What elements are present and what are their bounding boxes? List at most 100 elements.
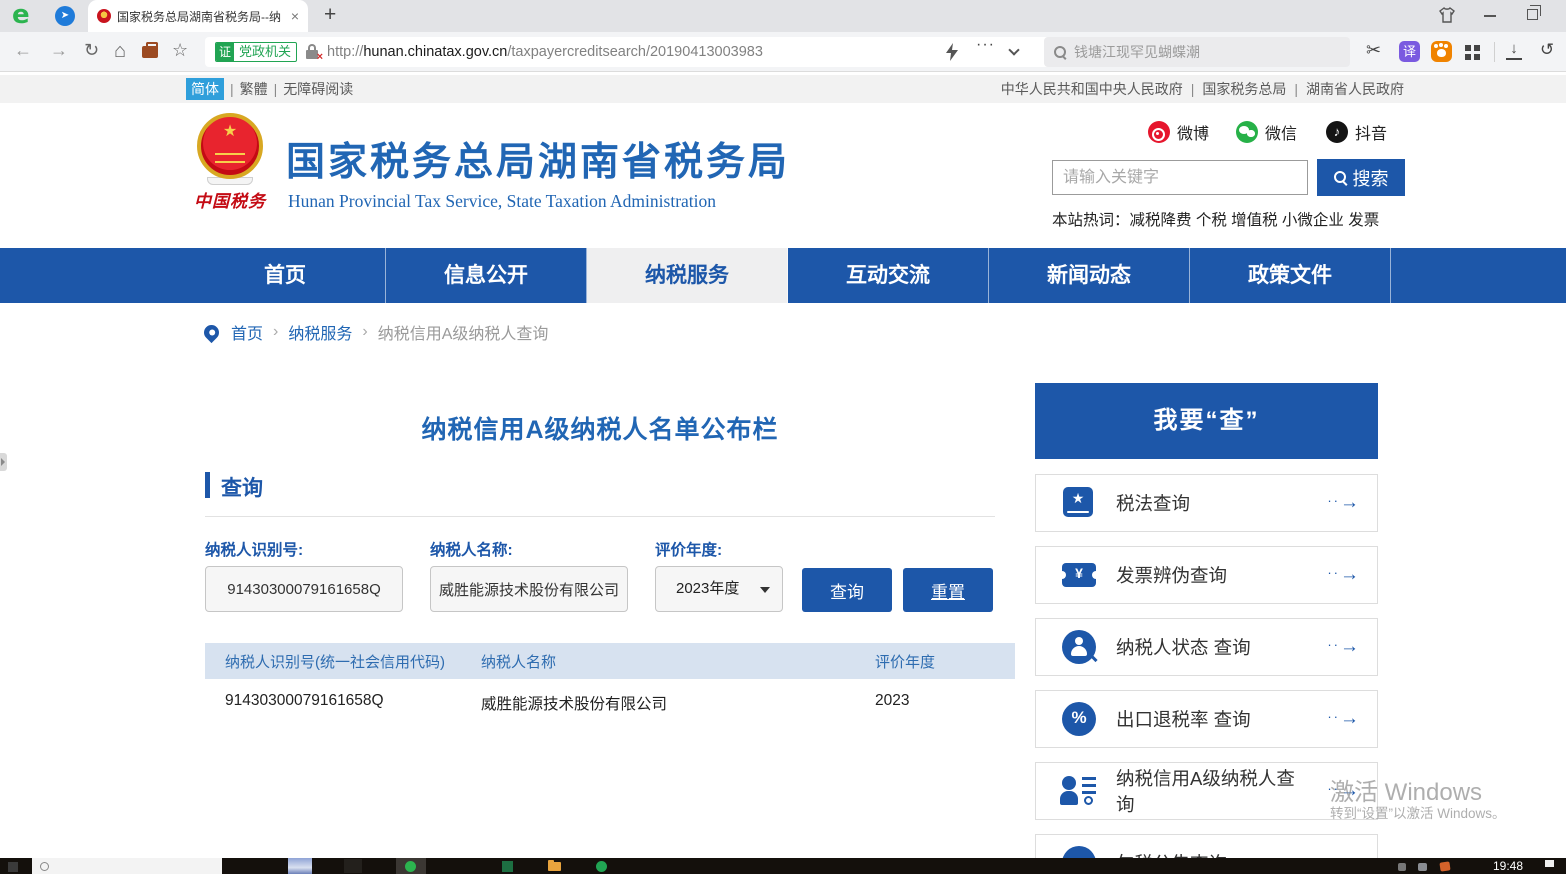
taskbar-app-icon[interactable] (344, 859, 362, 873)
taxpayer-name-input[interactable] (430, 566, 628, 612)
browser-tab[interactable]: 国家税务总局湖南省税务局--纳 × (88, 0, 308, 32)
tray-white-icon[interactable] (1545, 860, 1554, 867)
nav-home[interactable]: 首页 (185, 248, 386, 303)
taxpayer-id-input[interactable] (205, 566, 403, 612)
start-button-icon[interactable] (8, 862, 18, 872)
screenshot-scissors-icon[interactable]: ✂ (1366, 40, 1381, 61)
accessibility-link[interactable]: 无障碍阅读 (283, 79, 353, 99)
person-search-icon (1060, 628, 1098, 666)
taskbar-photos-icon[interactable] (288, 858, 312, 874)
query-button[interactable]: 查询 (802, 568, 892, 612)
refresh-icon[interactable]: ↻ (84, 40, 99, 61)
taskbar-search-box[interactable] (32, 858, 222, 874)
arrow-right-icon: ··→ (1327, 636, 1359, 658)
forward-icon[interactable]: → (50, 40, 68, 61)
arrow-right-icon: ··→ (1327, 708, 1359, 730)
taskbar-excel-icon[interactable] (502, 861, 513, 872)
new-tab-button[interactable]: + (324, 3, 336, 27)
taskbar-clock[interactable]: 19:48 (1493, 859, 1523, 873)
lang-traditional-button[interactable]: 繁體 (240, 79, 268, 99)
weibo-link[interactable]: 微博 (1148, 119, 1209, 145)
table-header: 纳税人识别号(统一社会信用代码) 纳税人名称 评价年度 (205, 643, 1015, 679)
tab-close-icon[interactable]: × (291, 9, 299, 23)
sidebar-item-invoice-check[interactable]: 发票辨伪查询 ··→ (1035, 546, 1378, 604)
taskbar-folder-icon[interactable] (548, 862, 561, 871)
gov-link-hunan[interactable]: 湖南省人民政府 (1306, 79, 1404, 99)
download-icon[interactable]: ↓ (1506, 39, 1522, 60)
nav-policy[interactable]: 政策文件 (1190, 248, 1391, 303)
sidebar-item-credit-a-search[interactable]: 纳税信用A级纳税人查询 ··→ (1035, 762, 1378, 820)
url-text[interactable]: http://hunan.chinatax.gov.cn/taxpayercre… (327, 44, 763, 60)
side-panel-handle[interactable] (0, 453, 7, 471)
col-taxpayer-id: 纳税人识别号(统一社会信用代码) (225, 651, 445, 672)
accelerate-bolt-icon[interactable] (946, 43, 958, 66)
col-eval-year: 评价年度 (875, 651, 935, 672)
cell-taxpayer-name: 威胜能源技术股份有限公司 (481, 692, 667, 714)
tray-icon[interactable] (1418, 863, 1427, 871)
workspace-briefcase-icon[interactable] (142, 46, 158, 58)
browser-search-box[interactable] (1044, 37, 1350, 67)
game-center-icon[interactable] (1431, 41, 1452, 62)
nav-info-disclosure[interactable]: 信息公开 (386, 248, 587, 303)
insecure-lock-icon[interactable]: × (305, 44, 319, 60)
reset-button[interactable]: 重置 (903, 568, 993, 612)
site-search-input[interactable] (1052, 160, 1308, 195)
nav-tax-service[interactable]: 纳税服务 (587, 248, 788, 303)
tray-icon[interactable] (1398, 863, 1406, 871)
sidebar-item-label: 欠税公告查询 (1116, 850, 1227, 858)
sidebar-item-label: 纳税人状态 查询 (1116, 634, 1251, 660)
sidebar-item-arrears-notice[interactable]: 欠税公告查询 ··→ (1035, 834, 1378, 858)
browser-search-input[interactable] (1074, 44, 1314, 60)
search-button-label: 搜索 (1353, 165, 1389, 191)
taskbar-active-browser-icon[interactable] (396, 858, 426, 874)
wechat-link[interactable]: 微信 (1236, 119, 1297, 145)
badge-mark: 证 (216, 43, 234, 61)
logo-caption: 中国税务 (192, 187, 268, 212)
gov-link-central[interactable]: 中华人民共和国中央人民政府 (1001, 79, 1183, 99)
hot-words-list[interactable]: 减税降费 个税 增值税 小微企业 发票 (1130, 212, 1380, 229)
theme-shirt-icon[interactable] (1438, 7, 1456, 28)
section-accent-bar (205, 472, 210, 498)
location-pin-icon (201, 321, 222, 342)
back-icon[interactable]: ← (14, 40, 32, 61)
breadcrumb-home[interactable]: 首页 (231, 320, 263, 344)
douyin-link[interactable]: ♪ 抖音 (1326, 119, 1387, 145)
breadcrumb-separator: › (273, 323, 278, 341)
restore-session-icon[interactable]: ↺ (1540, 40, 1554, 60)
home-icon[interactable]: ⌂ (114, 40, 126, 63)
window-minimize-button[interactable] (1484, 15, 1496, 17)
screen: e ➤ 国家税务总局湖南省税务局--纳 × + ← → ↻ ⌂ ☆ 证 党政机关… (0, 0, 1566, 874)
nav-interaction[interactable]: 互动交流 (788, 248, 989, 303)
nav-news[interactable]: 新闻动态 (989, 248, 1190, 303)
browser-account-icon[interactable]: ➤ (55, 6, 75, 26)
sidebar-item-taxpayer-status[interactable]: 纳税人状态 查询 ··→ (1035, 618, 1378, 676)
favorites-star-icon[interactable]: ☆ (172, 40, 188, 61)
gov-links: 中华人民共和国中央人民政府 | 国家税务总局 | 湖南省人民政府 (1001, 75, 1404, 103)
translate-icon[interactable]: 译 (1399, 41, 1420, 62)
browser-titlebar: e ➤ 国家税务总局湖南省税务局--纳 × + (0, 0, 1566, 32)
site-search-button[interactable]: 搜索 (1317, 159, 1405, 196)
site-title: 国家税务总局湖南省税务局 (286, 131, 790, 187)
sidebar-item-tax-law[interactable]: 税法查询 ··→ (1035, 474, 1378, 532)
windows-activation-hint: 转到“设置”以激活 Windows。 (1330, 802, 1506, 822)
divider: | (1294, 81, 1298, 97)
more-menu-icon[interactable]: ··· (976, 36, 995, 54)
windows-taskbar: 19:48 (0, 858, 1566, 874)
search-icon (1054, 46, 1066, 58)
apps-grid-icon[interactable] (1465, 45, 1471, 51)
toolbar-divider (1494, 42, 1495, 62)
main-content: 纳税信用A级纳税人名单公布栏 查询 纳税人识别号: 纳税人名称: 评价年度: 2… (185, 360, 1015, 858)
taskbar-green-app-icon[interactable] (596, 861, 607, 872)
eval-year-label: 评价年度: (655, 538, 722, 560)
eval-year-value: 2023年度 (676, 580, 739, 597)
lang-simplified-button[interactable]: 简体 (186, 78, 224, 100)
breadcrumb-tax-service[interactable]: 纳税服务 (288, 320, 352, 344)
tax-emblem-logo: ★ 中国税务 (192, 113, 268, 212)
wechat-label: 微信 (1265, 120, 1297, 144)
window-restore-button[interactable] (1527, 9, 1538, 20)
tray-icon[interactable] (1439, 861, 1450, 871)
eval-year-select[interactable]: 2023年度 (655, 566, 783, 612)
sidebar-item-export-rebate[interactable]: % 出口退税率 查询 ··→ (1035, 690, 1378, 748)
browser-logo-icon[interactable]: e (12, 0, 30, 30)
gov-link-sta[interactable]: 国家税务总局 (1202, 79, 1286, 99)
